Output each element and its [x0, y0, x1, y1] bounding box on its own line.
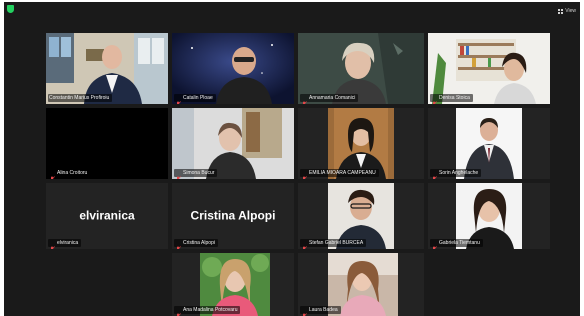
participant-tile[interactable]: Alina Croitoru — [46, 108, 168, 179]
muted-mic-icon — [301, 170, 307, 179]
participant-nameplate: Annamaria Comanici — [300, 94, 359, 104]
muted-mic-icon — [301, 95, 307, 104]
muted-mic-icon — [175, 170, 181, 179]
muted-mic-icon — [431, 95, 437, 104]
participant-name: Denisa Stoica — [439, 95, 470, 101]
participant-nameplate: Gabriela Tiemtanu — [430, 239, 483, 249]
zoom-meeting-window: View Constantin Marius Profiroiu Catalin… — [4, 2, 580, 316]
participant-nameplate: Denisa Stoica — [430, 94, 473, 104]
participant-name: Cristina Alpopi — [183, 240, 215, 246]
participant-name: Annamaria Comanici — [309, 95, 356, 101]
participant-nameplate: Sorin Anghelache — [430, 169, 482, 179]
participant-name: Stefan Gabriel BURCEA — [309, 240, 364, 246]
participant-nameplate: Catalin Ploae — [174, 94, 216, 104]
participant-tile[interactable]: Cristina Alpopi Cristina Alpopi — [172, 183, 294, 249]
gallery-grid: Constantin Marius Profiroiu Catalin Ploa… — [4, 2, 580, 316]
participant-name: Gabriela Tiemtanu — [439, 240, 480, 246]
participant-tile[interactable]: Annamaria Comanici — [298, 33, 424, 104]
participant-display-name: Cristina Alpopi — [190, 208, 276, 223]
participant-name: Constantin Marius Profiroiu — [49, 95, 110, 101]
muted-mic-icon — [301, 240, 307, 249]
participant-nameplate: Cristina Alpopi — [174, 239, 218, 249]
participant-tile[interactable]: Laura Badea — [298, 253, 424, 316]
participant-name: Laura Badea — [309, 307, 338, 313]
muted-mic-icon — [175, 240, 181, 249]
participant-tile[interactable]: Ana Madalina Potcovaru — [172, 253, 294, 316]
participant-name: EMILIA MIOARA CAMPEANU — [309, 170, 376, 176]
participant-nameplate: Laura Badea — [300, 306, 341, 316]
participant-display-name: elviranica — [79, 208, 135, 223]
participant-tile[interactable]: Constantin Marius Profiroiu — [46, 33, 168, 104]
participant-tile[interactable]: Catalin Ploae — [172, 33, 294, 104]
participant-name: Ana Madalina Potcovaru — [183, 307, 238, 313]
participant-name: elviranica — [57, 240, 79, 246]
participant-tile[interactable]: Stefan Gabriel BURCEA — [298, 183, 424, 249]
participant-name: Simona Bucur — [183, 170, 215, 176]
muted-mic-icon — [431, 240, 437, 249]
participant-nameplate: EMILIA MIOARA CAMPEANU — [300, 169, 379, 179]
participant-name: Alina Croitoru — [57, 170, 88, 176]
muted-mic-icon — [175, 95, 181, 104]
participant-nameplate: Stefan Gabriel BURCEA — [300, 239, 367, 249]
participant-nameplate: Simona Bucur — [174, 169, 218, 179]
participant-tile[interactable]: Denisa Stoica — [428, 33, 550, 104]
muted-mic-icon — [301, 307, 307, 316]
muted-mic-icon — [175, 307, 181, 316]
participant-tile[interactable]: EMILIA MIOARA CAMPEANU — [298, 108, 424, 179]
participant-tile[interactable]: Simona Bucur — [172, 108, 294, 179]
participant-tile[interactable]: Sorin Anghelache — [428, 108, 550, 179]
muted-mic-icon — [49, 240, 55, 249]
participant-nameplate: Ana Madalina Potcovaru — [174, 306, 241, 316]
participant-tile[interactable]: Gabriela Tiemtanu — [428, 183, 550, 249]
participant-name: Catalin Ploae — [183, 95, 213, 101]
participant-nameplate: elviranica — [48, 239, 82, 249]
muted-mic-icon — [49, 170, 55, 179]
participant-nameplate: Alina Croitoru — [48, 169, 91, 179]
participant-nameplate: Constantin Marius Profiroiu — [48, 94, 113, 102]
participant-tile[interactable]: elviranica elviranica — [46, 183, 168, 249]
muted-mic-icon — [431, 170, 437, 179]
participant-name: Sorin Anghelache — [439, 170, 479, 176]
